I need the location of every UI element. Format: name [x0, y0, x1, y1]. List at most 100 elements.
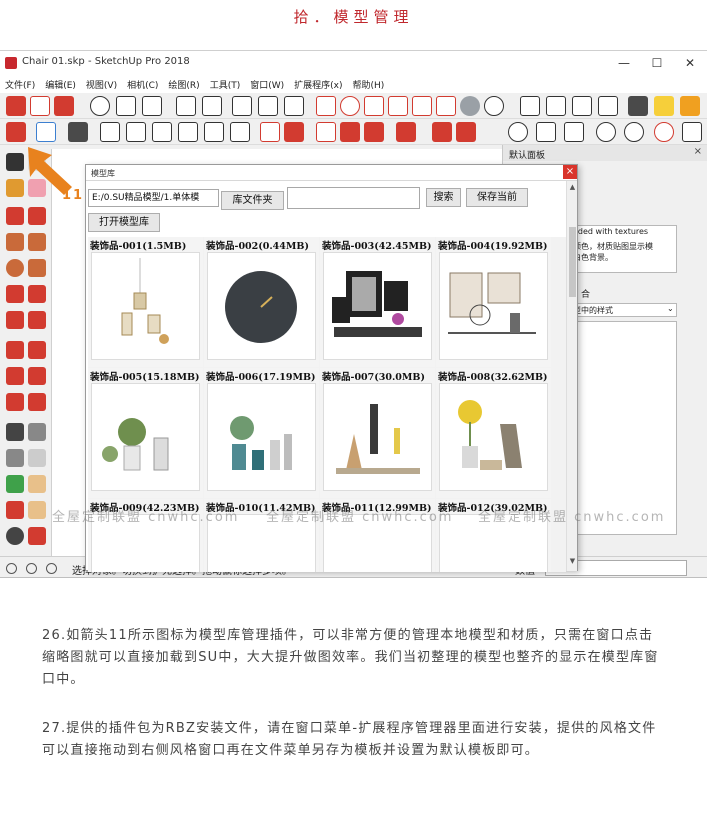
scenes-icon[interactable] [30, 96, 50, 116]
three-point-arc-icon[interactable] [6, 311, 24, 329]
menu-help[interactable]: 帮助(H) [348, 75, 390, 91]
follow-me-icon[interactable] [28, 367, 46, 385]
lamp-icon[interactable] [142, 96, 162, 116]
eye-icon[interactable] [284, 122, 304, 142]
scroll-up-icon[interactable]: ▲ [568, 183, 577, 193]
model-card[interactable]: 装饰品-006(17.19MB) [204, 368, 319, 498]
model-card[interactable]: 装饰品-003(42.45MB) [320, 237, 435, 367]
model-thumbnail[interactable] [91, 252, 200, 360]
extension-icon[interactable] [680, 96, 700, 116]
version-badge-icon[interactable] [396, 122, 416, 142]
dialog-close-button[interactable]: × [563, 165, 577, 179]
menu-extensions[interactable]: 扩展程序(x) [289, 75, 347, 91]
panel-tab[interactable]: 合 [581, 287, 590, 300]
scale-icon[interactable] [6, 393, 24, 411]
lock-icon[interactable] [284, 96, 304, 116]
layers-icon[interactable] [6, 96, 26, 116]
freehand-icon[interactable] [28, 207, 46, 225]
rotate-icon[interactable] [484, 96, 504, 116]
model-thumbnail[interactable] [207, 383, 316, 491]
box-icon[interactable] [546, 96, 566, 116]
panel-close-icon[interactable]: × [694, 146, 702, 157]
menu-edit[interactable]: 编辑(E) [40, 75, 81, 91]
bridge-icon[interactable] [682, 122, 702, 142]
chevron-left-icon[interactable] [260, 122, 280, 142]
components-icon[interactable] [628, 96, 648, 116]
x-circle-icon[interactable] [596, 122, 616, 142]
style-list[interactable] [569, 321, 677, 535]
rotate-tool-icon[interactable] [6, 367, 24, 385]
road-icon[interactable] [564, 122, 584, 142]
screen-icon[interactable] [258, 96, 278, 116]
clock-icon[interactable] [90, 96, 110, 116]
model-thumbnail[interactable] [439, 383, 548, 491]
terrain-icon[interactable] [520, 96, 540, 116]
menu-file[interactable]: 文件(F) [0, 75, 40, 91]
info-icon[interactable] [6, 563, 17, 574]
save-current-button[interactable]: 保存当前 [466, 188, 528, 207]
maximize-button[interactable]: ☐ [645, 53, 669, 73]
paint-brush-icon[interactable] [6, 122, 26, 142]
geo-icon[interactable] [26, 563, 37, 574]
model-card[interactable]: 装饰品-008(32.62MB) [436, 368, 551, 498]
two-point-arc-icon[interactable] [28, 285, 46, 303]
circle-icon[interactable] [6, 259, 24, 277]
arc-icon[interactable] [6, 285, 24, 303]
rotated-rectangle-icon[interactable] [28, 233, 46, 251]
lamp-post-icon[interactable] [388, 96, 408, 116]
scroll-down-icon[interactable]: ▼ [568, 557, 577, 567]
search-input[interactable] [287, 187, 420, 209]
model-card[interactable]: 装饰品-001(1.5MB) [88, 237, 203, 367]
teapot-icon[interactable] [116, 96, 136, 116]
dimension-icon[interactable] [28, 423, 46, 441]
c-circle-icon[interactable] [624, 122, 644, 142]
rectangle-icon[interactable] [6, 233, 24, 251]
pipe-icon[interactable] [316, 96, 336, 116]
menu-view[interactable]: 视图(V) [81, 75, 122, 91]
text-icon[interactable] [28, 449, 46, 467]
library-folder-button[interactable]: 库文件夹 [221, 191, 284, 210]
house-back-icon[interactable] [204, 122, 224, 142]
level-icon[interactable] [176, 96, 196, 116]
polygon-icon[interactable] [28, 259, 46, 277]
edit-icon[interactable] [456, 122, 476, 142]
chevron-down-icon[interactable]: ⌄ [667, 304, 674, 313]
pan-icon[interactable] [28, 501, 46, 519]
axes-icon[interactable] [536, 122, 556, 142]
tape-measure-icon[interactable] [6, 423, 24, 441]
rotate-axis-icon[interactable] [508, 122, 528, 142]
close-button[interactable]: ✕ [678, 53, 702, 73]
zoom-window-icon[interactable] [28, 527, 46, 545]
ring-icon[interactable] [340, 96, 360, 116]
orbit-icon[interactable] [6, 501, 24, 519]
house-right-icon[interactable] [178, 122, 198, 142]
dome-icon[interactable] [436, 96, 456, 116]
menu-window[interactable]: 窗口(W) [245, 75, 289, 91]
house-top-icon[interactable] [126, 122, 146, 142]
model-card[interactable]: 装饰品-005(15.18MB) [88, 368, 203, 498]
model-thumbnail[interactable] [323, 383, 432, 491]
model-thumbnail[interactable] [439, 252, 548, 360]
offset-icon[interactable] [28, 393, 46, 411]
model-library-chair-icon[interactable] [36, 122, 56, 142]
open-library-button[interactable]: 打开模型库 [88, 213, 160, 232]
box-lines-icon[interactable] [572, 96, 592, 116]
3d-text-icon[interactable] [28, 475, 46, 493]
scroll-thumb[interactable] [569, 227, 576, 297]
user-icon[interactable] [46, 563, 57, 574]
warehouse-icon[interactable] [654, 96, 674, 116]
sun-icon[interactable] [412, 96, 432, 116]
menu-tools[interactable]: 工具(T) [205, 75, 246, 91]
move-icon[interactable] [6, 341, 24, 359]
camera-target-icon[interactable] [364, 122, 384, 142]
zoom-extents-icon[interactable] [316, 122, 336, 142]
pie-icon[interactable] [28, 311, 46, 329]
model-card[interactable]: 装饰品-002(0.44MB) [204, 237, 319, 367]
grass-icon[interactable] [598, 96, 618, 116]
library-path-input[interactable]: E:/0.SU精品模型/1.单体模 [88, 189, 219, 207]
model-thumbnail[interactable] [207, 252, 316, 360]
push-pull-icon[interactable] [28, 341, 46, 359]
menu-camera[interactable]: 相机(C) [122, 75, 163, 91]
house-front-icon[interactable] [152, 122, 172, 142]
style-builder-icon[interactable] [54, 96, 74, 116]
